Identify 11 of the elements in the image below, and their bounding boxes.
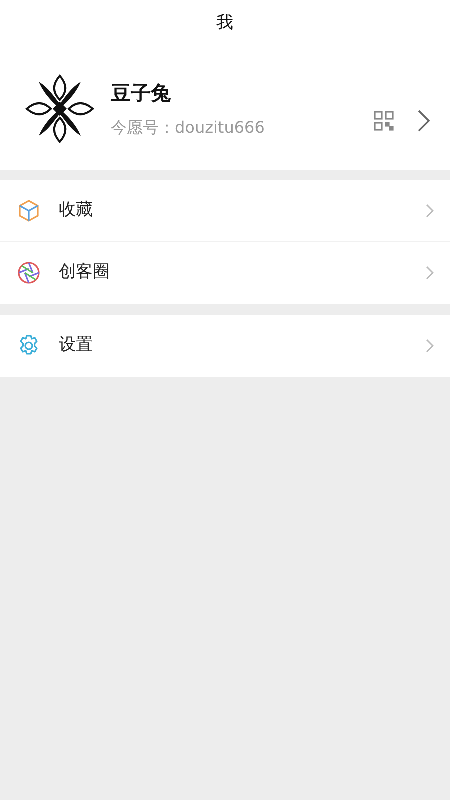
account-id: 今愿号：douzitu666 bbox=[111, 117, 266, 139]
aperture-icon bbox=[17, 261, 41, 285]
avatar-logo bbox=[25, 74, 95, 144]
box-icon bbox=[17, 198, 41, 222]
page-title: 我 bbox=[216, 12, 234, 36]
chevron-right-icon[interactable] bbox=[418, 110, 430, 132]
chevron-right-icon bbox=[426, 339, 434, 353]
chevron-right-icon bbox=[426, 266, 434, 280]
chevron-right-icon bbox=[426, 204, 434, 218]
qr-code-icon[interactable] bbox=[374, 111, 394, 131]
user-name: 豆子兔 bbox=[111, 80, 172, 107]
